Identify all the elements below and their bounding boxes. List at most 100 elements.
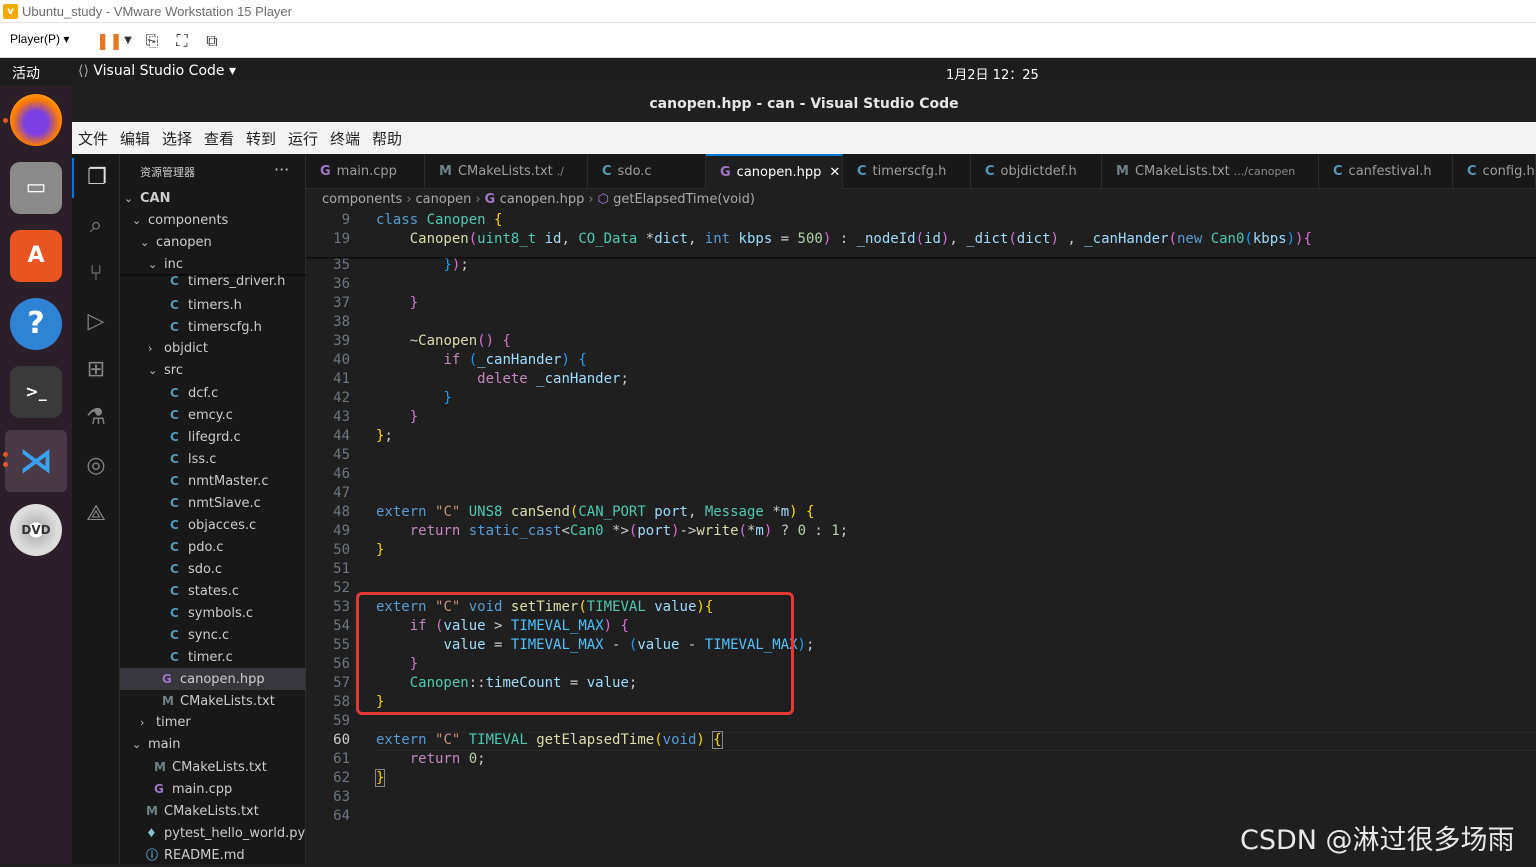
tree-folder[interactable]: ⌄ main — [120, 734, 306, 756]
code-line[interactable]: 62} — [306, 769, 1536, 788]
tree-folder[interactable]: › timer — [120, 712, 306, 734]
app-menu[interactable]: ⟨⟩ Visual Studio Code ▾ — [78, 63, 236, 79]
editor-tab[interactable]: Gmain.cpp — [306, 154, 425, 189]
tree-folder[interactable]: ⌄ components — [120, 210, 306, 232]
menu-edit[interactable]: 编辑 — [120, 128, 150, 149]
dvd-icon[interactable]: DVD — [10, 504, 62, 556]
editor-tab[interactable]: M CMakeLists.txt ./ — [425, 154, 588, 189]
code-line[interactable]: 49 return static_cast<Can0 *>(port)->wri… — [306, 522, 1536, 541]
menu-view[interactable]: 查看 — [204, 128, 234, 149]
chevron-down-icon: ⌄ — [140, 236, 150, 249]
chevron-down-icon[interactable]: ▼ — [118, 31, 138, 51]
more-actions-icon[interactable]: ··· — [274, 160, 289, 179]
clock[interactable]: 1月2日 12：25 — [946, 64, 1039, 83]
editor-tab[interactable]: M CMakeLists.txt .../canopen — [1102, 154, 1319, 189]
breadcrumb-item[interactable]: canopen — [416, 192, 472, 207]
tree-file[interactable]: Clss.c — [120, 448, 306, 470]
code-line[interactable]: 37 } — [306, 294, 1536, 313]
menu-run[interactable]: 运行 — [288, 128, 318, 149]
fullscreen-icon[interactable]: ⛶ — [172, 31, 192, 51]
source-control-icon[interactable]: ⑂ — [72, 254, 120, 294]
tree-file[interactable]: Clifegrd.c — [120, 426, 306, 448]
tree-file[interactable]: Csymbols.c — [120, 602, 306, 624]
code-line[interactable]: 39 ~Canopen() { — [306, 332, 1536, 351]
tree-folder[interactable]: ⌄ canopen — [120, 232, 306, 254]
menu-file[interactable]: 文件 — [78, 128, 108, 149]
editor-tab[interactable]: Cconfig.h — [1453, 154, 1536, 189]
tree-folder[interactable]: ⌄ CAN — [120, 188, 306, 210]
tree-folder[interactable]: ⌄ src — [120, 360, 306, 382]
help-icon[interactable]: ? — [10, 298, 62, 350]
tree-file[interactable]: Csdo.c — [120, 558, 306, 580]
run-debug-icon[interactable]: ▷ — [72, 302, 120, 342]
unity-icon[interactable]: ⧉ — [202, 31, 222, 51]
tree-file[interactable]: Cemcy.c — [120, 404, 306, 426]
code-line[interactable]: 43 } — [306, 408, 1536, 427]
breadcrumb-item[interactable]: canopen.hpp — [500, 192, 585, 207]
tree-file[interactable]: CnmtMaster.c — [120, 470, 306, 492]
menu-go[interactable]: 转到 — [246, 128, 276, 149]
tree-file[interactable]: Gmain.cpp — [120, 778, 306, 800]
close-icon[interactable]: ✕ — [829, 165, 840, 180]
software-store-icon[interactable]: A — [10, 230, 62, 282]
sticky-code-line[interactable]: 19 Canopen(uint8_t id, CO_Data *dict, in… — [306, 230, 1536, 249]
tree-file[interactable]: M CMakeLists.txt — [120, 690, 306, 712]
breadcrumb-item[interactable]: getElapsedTime(void) — [613, 192, 755, 207]
tree-file[interactable]: M CMakeLists.txt — [120, 756, 306, 778]
code-line[interactable]: 60 extern "C" TIMEVAL getElapsedTime(void… — [306, 731, 1536, 750]
files-icon[interactable]: ▭ — [10, 162, 62, 214]
extensions-icon[interactable]: ⊞ — [72, 350, 120, 390]
activities-button[interactable]: 活动 — [12, 63, 40, 83]
editor-tab[interactable]: Cobjdictdef.h — [971, 154, 1102, 189]
tree-folder[interactable]: › objdict — [120, 338, 306, 360]
code-line[interactable]: 44}; — [306, 427, 1536, 446]
search-icon[interactable]: ⌕ — [72, 206, 120, 246]
tree-file[interactable]: Cstates.c — [120, 580, 306, 602]
vscode-icon[interactable]: ⋊ — [5, 430, 67, 492]
code-line[interactable]: 36 — [306, 275, 1536, 294]
tree-file[interactable]: ⓘ README.md — [120, 844, 306, 866]
code-line[interactable]: 51 — [306, 560, 1536, 579]
editor-tab[interactable]: Csdo.c — [588, 154, 706, 189]
menu-help[interactable]: 帮助 — [372, 128, 402, 149]
code-line[interactable]: 47 — [306, 484, 1536, 503]
code-editor[interactable]: 35 }); 36 37 } 38 39 ~Canopen() {40 if (_can… — [306, 211, 1536, 864]
tree-file[interactable]: Ctimer.c — [120, 646, 306, 668]
tree-file[interactable]: Csync.c — [120, 624, 306, 646]
editor-tab[interactable]: Ctimerscfg.h — [843, 154, 971, 189]
code-line[interactable]: 41 delete _canHander; — [306, 370, 1536, 389]
explorer-icon[interactable]: ❐ — [72, 158, 120, 198]
tree-file[interactable]: Ctimerscfg.h — [120, 316, 306, 338]
code-line[interactable]: 45 — [306, 446, 1536, 465]
tree-file[interactable]: Ctimers.h — [120, 294, 306, 316]
code-line[interactable]: 42 } — [306, 389, 1536, 408]
player-menu[interactable]: Player(P) ▾ — [10, 32, 69, 46]
code-line[interactable]: 46 — [306, 465, 1536, 484]
code-line[interactable]: 63 — [306, 788, 1536, 807]
editor-tab[interactable]: Gcanopen.hpp ✕ — [706, 154, 843, 189]
menu-selection[interactable]: 选择 — [162, 128, 192, 149]
send-keys-icon[interactable]: ⎘ — [142, 31, 162, 51]
tree-file[interactable]: CnmtSlave.c — [120, 492, 306, 514]
tree-file[interactable]: Cpdo.c — [120, 536, 306, 558]
tree-file[interactable]: ♦ pytest_hello_world.py — [120, 822, 306, 844]
code-line[interactable]: 40 if (_canHander) { — [306, 351, 1536, 370]
tree-file[interactable]: M CMakeLists.txt — [120, 800, 306, 822]
terminal-icon[interactable]: >_ — [10, 366, 62, 418]
tree-file[interactable]: Gcanopen.hpp — [120, 668, 306, 690]
tree-file[interactable]: Cdcf.c — [120, 382, 306, 404]
code-line[interactable]: 61 return 0; — [306, 750, 1536, 769]
pause-icon[interactable]: ❚❚ — [96, 31, 123, 51]
breadcrumb-item[interactable]: components — [322, 192, 402, 207]
tree-file[interactable]: Cobjacces.c — [120, 514, 306, 536]
code-line[interactable]: 38 — [306, 313, 1536, 332]
remote-icon[interactable]: ◎ — [72, 446, 120, 486]
code-line[interactable]: 50} — [306, 541, 1536, 560]
editor-tab[interactable]: Ccanfestival.h — [1319, 154, 1453, 189]
sticky-code-line[interactable]: 9 class Canopen { — [306, 211, 1536, 230]
esp-idf-icon[interactable]: ⟁ — [72, 494, 120, 534]
testing-icon[interactable]: ⚗ — [72, 398, 120, 438]
code-line[interactable]: 48 extern "C" UNS8 canSend(CAN_PORT port,… — [306, 503, 1536, 522]
firefox-icon[interactable] — [10, 94, 62, 146]
menu-terminal[interactable]: 终端 — [330, 128, 360, 149]
